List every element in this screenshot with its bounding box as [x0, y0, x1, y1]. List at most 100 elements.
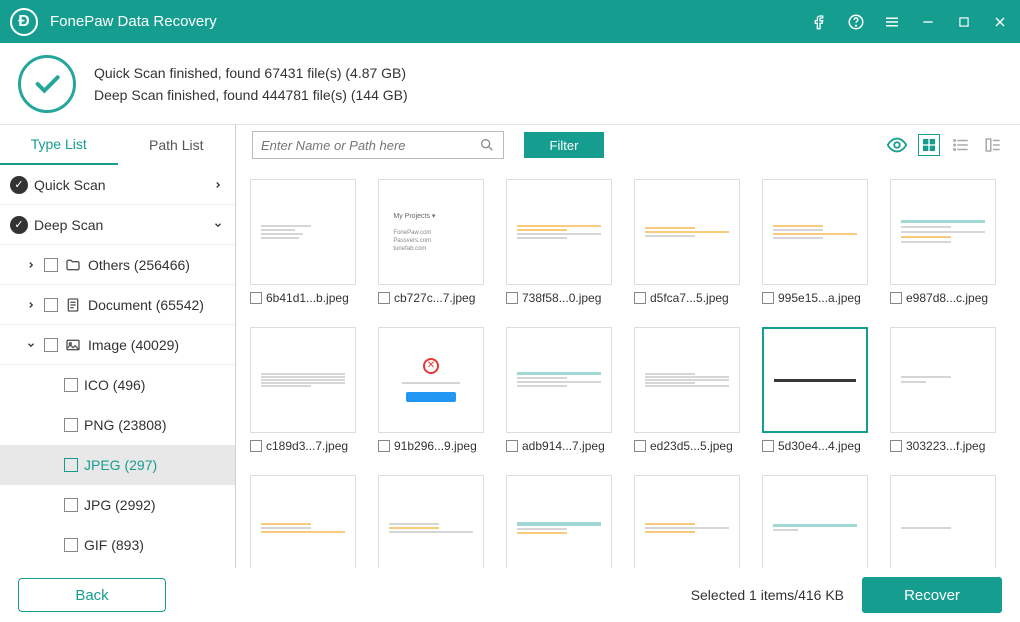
file-thumbnail[interactable] — [634, 179, 740, 285]
file-cell[interactable] — [506, 475, 612, 568]
checkbox[interactable] — [64, 458, 78, 472]
minimize-icon[interactable] — [918, 12, 938, 32]
checkmark-icon: ✓ — [10, 176, 28, 194]
file-cell[interactable]: 738f58...0.jpeg — [506, 179, 612, 305]
checkbox[interactable] — [64, 498, 78, 512]
tree-label: JPG (2992) — [84, 497, 156, 513]
file-cell[interactable]: My Projects ▾FonePaw.comPassvers.comtune… — [378, 179, 484, 305]
checkbox[interactable] — [506, 292, 518, 304]
detail-view-icon[interactable] — [982, 134, 1004, 156]
back-button[interactable]: Back — [18, 578, 166, 612]
search-input[interactable] — [261, 138, 479, 153]
checkbox[interactable] — [506, 440, 518, 452]
tab-path-list[interactable]: Path List — [118, 125, 236, 165]
tab-type-list[interactable]: Type List — [0, 125, 118, 165]
close-icon[interactable] — [990, 12, 1010, 32]
checkbox[interactable] — [64, 378, 78, 392]
file-cell[interactable] — [762, 475, 868, 568]
maximize-icon[interactable] — [954, 12, 974, 32]
checkbox[interactable] — [890, 440, 902, 452]
file-cell[interactable] — [378, 475, 484, 568]
tree-image[interactable]: Image (40029) — [0, 325, 235, 365]
file-thumbnail[interactable] — [890, 327, 996, 433]
file-cell[interactable]: 995e15...a.jpeg — [762, 179, 868, 305]
recover-button[interactable]: Recover — [862, 577, 1002, 613]
file-cell[interactable] — [634, 475, 740, 568]
checkbox[interactable] — [634, 292, 646, 304]
tree-quick-scan[interactable]: ✓ Quick Scan — [0, 165, 235, 205]
checkbox[interactable] — [64, 418, 78, 432]
checkbox[interactable] — [378, 292, 390, 304]
preview-eye-icon[interactable] — [886, 134, 908, 156]
file-cell[interactable]: adb914...7.jpeg — [506, 327, 612, 453]
filter-button[interactable]: Filter — [524, 132, 604, 158]
tree-label: Quick Scan — [34, 177, 106, 193]
file-thumbnail[interactable]: My Projects ▾FonePaw.comPassvers.comtune… — [378, 179, 484, 285]
checkmark-icon: ✓ — [10, 216, 28, 234]
tree-label: PNG (23808) — [84, 417, 166, 433]
file-thumbnail[interactable] — [506, 475, 612, 568]
file-cell[interactable]: 5d30e4...4.jpeg — [762, 327, 868, 453]
file-cell[interactable] — [250, 475, 356, 568]
file-thumbnail[interactable] — [634, 475, 740, 568]
tree-jpeg[interactable]: JPEG (297) — [0, 445, 235, 485]
tree-png[interactable]: PNG (23808) — [0, 405, 235, 445]
facebook-icon[interactable] — [810, 12, 830, 32]
file-cell[interactable]: 6b41d1...b.jpeg — [250, 179, 356, 305]
checkbox[interactable] — [250, 292, 262, 304]
tree-ico[interactable]: ICO (496) — [0, 365, 235, 405]
file-thumbnail[interactable] — [506, 327, 612, 433]
file-cell[interactable]: e987d8...c.jpeg — [890, 179, 996, 305]
list-view-icon[interactable] — [950, 134, 972, 156]
checkbox[interactable] — [762, 292, 774, 304]
file-cell[interactable]: ✕ 91b296...9.jpeg — [378, 327, 484, 453]
file-thumbnail[interactable] — [250, 475, 356, 568]
checkbox[interactable] — [890, 292, 902, 304]
quick-scan-status: Quick Scan finished, found 67431 file(s)… — [94, 65, 408, 81]
tree-label: ICO (496) — [84, 377, 145, 393]
file-thumbnail[interactable] — [890, 475, 996, 568]
file-cell[interactable]: ed23d5...5.jpeg — [634, 327, 740, 453]
file-thumbnail[interactable] — [506, 179, 612, 285]
file-name: 995e15...a.jpeg — [778, 291, 861, 305]
file-thumbnail[interactable] — [250, 179, 356, 285]
checkbox[interactable] — [378, 440, 390, 452]
tree-others[interactable]: Others (256466) — [0, 245, 235, 285]
sidebar-tabs: Type List Path List — [0, 125, 235, 165]
checkbox[interactable] — [44, 258, 58, 272]
titlebar: Đ FonePaw Data Recovery — [0, 0, 1020, 43]
tree-deep-scan[interactable]: ✓ Deep Scan — [0, 205, 235, 245]
file-thumbnail[interactable] — [762, 475, 868, 568]
tree-document[interactable]: Document (65542) — [0, 285, 235, 325]
file-cell[interactable]: c189d3...7.jpeg — [250, 327, 356, 453]
menu-icon[interactable] — [882, 12, 902, 32]
checkbox[interactable] — [250, 440, 262, 452]
file-thumbnail[interactable] — [762, 179, 868, 285]
file-thumbnail[interactable] — [890, 179, 996, 285]
file-thumbnail[interactable]: ✕ — [378, 327, 484, 433]
file-name: e987d8...c.jpeg — [906, 291, 988, 305]
chevron-right-icon — [24, 298, 38, 312]
search-box[interactable] — [252, 131, 504, 159]
file-cell[interactable]: d5fca7...5.jpeg — [634, 179, 740, 305]
checkbox[interactable] — [634, 440, 646, 452]
checkbox[interactable] — [64, 538, 78, 552]
file-thumbnail[interactable] — [378, 475, 484, 568]
help-icon[interactable] — [846, 12, 866, 32]
checkbox[interactable] — [44, 338, 58, 352]
file-name: adb914...7.jpeg — [522, 439, 605, 453]
tree-gif[interactable]: GIF (893) — [0, 525, 235, 565]
tree-jpg[interactable]: JPG (2992) — [0, 485, 235, 525]
search-icon — [479, 137, 495, 153]
file-name: 5d30e4...4.jpeg — [778, 439, 861, 453]
file-thumbnail[interactable] — [634, 327, 740, 433]
file-cell[interactable]: 303223...f.jpeg — [890, 327, 996, 453]
status-area: Quick Scan finished, found 67431 file(s)… — [0, 43, 1020, 125]
file-thumbnail[interactable] — [762, 327, 868, 433]
checkbox[interactable] — [44, 298, 58, 312]
checkbox[interactable] — [762, 440, 774, 452]
grid-view-icon[interactable] — [918, 134, 940, 156]
file-thumbnail[interactable] — [250, 327, 356, 433]
chevron-right-icon — [24, 258, 38, 272]
file-cell[interactable] — [890, 475, 996, 568]
